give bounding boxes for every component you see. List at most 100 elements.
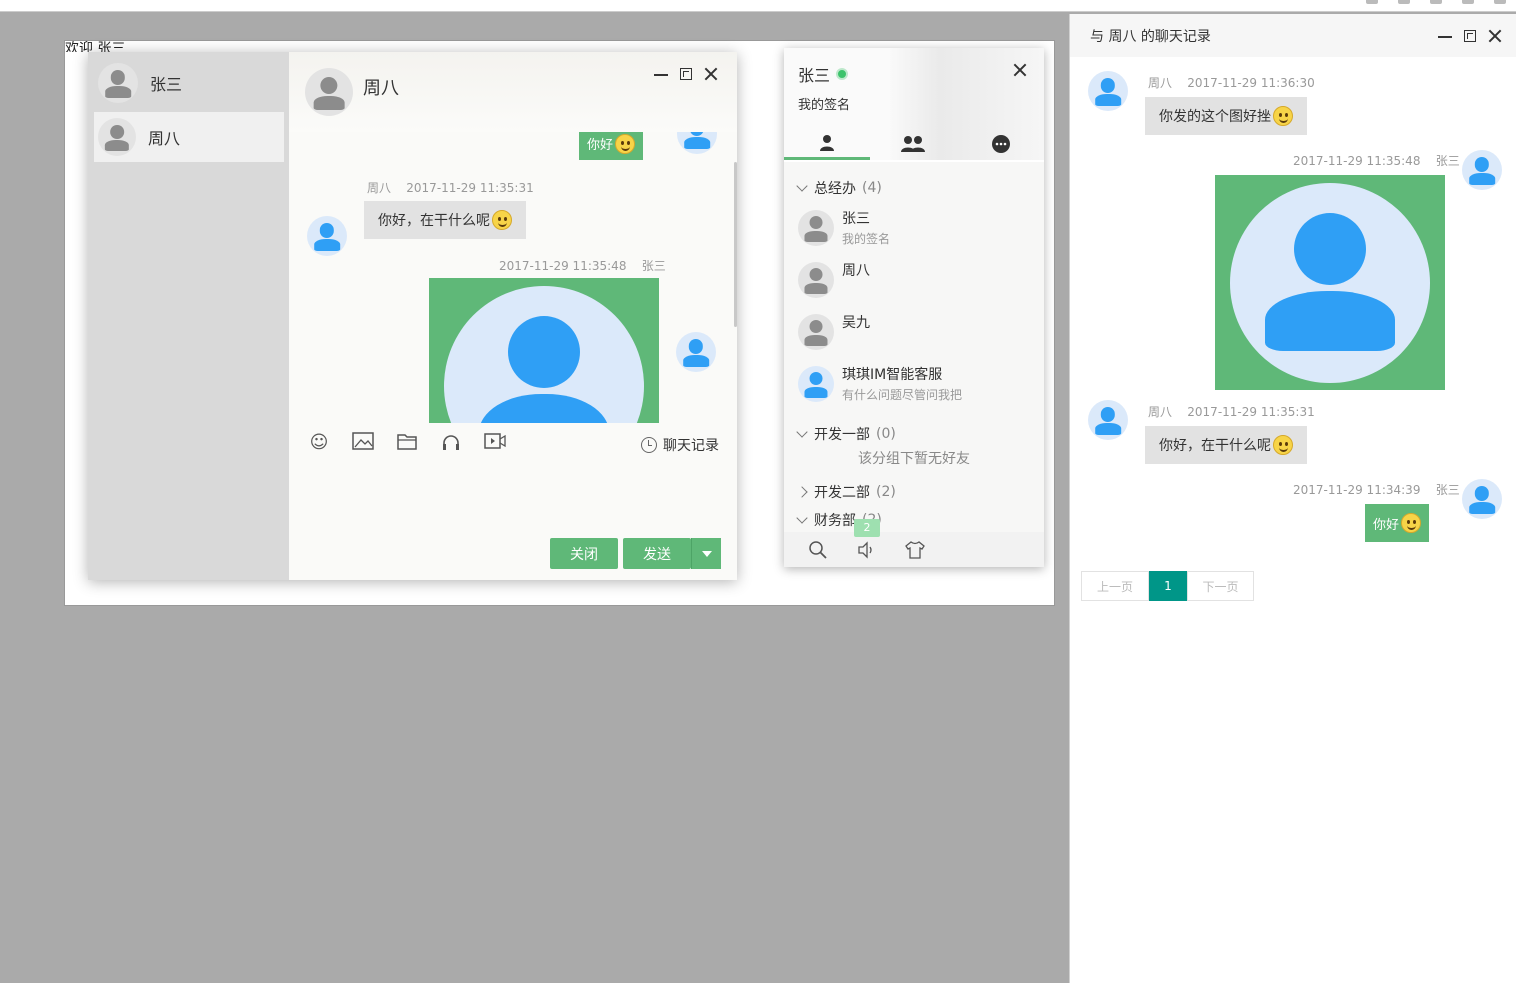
chat-peer-avatar [305, 68, 353, 116]
clock-icon [641, 437, 657, 453]
window-controls [654, 67, 718, 81]
send-button[interactable]: 发送 [623, 538, 691, 569]
group-label: 总经办 [814, 181, 856, 197]
avatar [798, 314, 834, 350]
image-avatar-graphic [1230, 183, 1430, 383]
window-controls [1438, 29, 1502, 43]
extension-icon[interactable] [1494, 0, 1506, 4]
chat-session-list: 张三 周八 [88, 52, 289, 580]
session-item-zhouba[interactable]: 周八 [94, 112, 284, 162]
chat-history-link[interactable]: 聊天记录 [641, 435, 719, 455]
friend-list: 总经办 (4) 张三 我的签名 周八 吴九 琪琪IM智能客服 有什么问题尽管问我把 … [784, 162, 1044, 532]
message-time: 2017-11-29 11:34:39 [1293, 483, 1421, 497]
message-bubble-other: 你发的这个图好挫 [1145, 97, 1307, 135]
friend-item[interactable]: 吴九 [798, 312, 870, 350]
message-meta: 周八 2017-11-29 11:35:31 [367, 179, 534, 196]
chat-window: 张三 周八 周八 你好 周八 2017-11-29 11:35:31 你好，在干… [88, 52, 737, 580]
message-author: 张三 [1435, 154, 1460, 168]
skin-icon[interactable] [904, 540, 925, 560]
extension-icon[interactable] [1366, 0, 1378, 4]
empty-group-note: 该分组下暂无好友 [858, 451, 970, 467]
chat-history-panel: 与 周八 的聊天记录 周八 2017-11-29 11:36:30 你发的这个图… [1069, 14, 1516, 983]
pagination: 上一页 1 下一页 [1081, 571, 1254, 601]
close-icon[interactable] [1488, 29, 1502, 43]
prev-page-button[interactable]: 上一页 [1081, 571, 1149, 601]
message-text: 你好 [1373, 517, 1400, 533]
tab-chat-history[interactable] [958, 128, 1044, 160]
search-icon[interactable] [808, 540, 828, 560]
group-header-zongjingban[interactable]: 总经办 (4) [796, 178, 882, 198]
online-status-icon[interactable] [836, 68, 849, 80]
history-panel-header: 与 周八 的聊天记录 [1070, 14, 1516, 57]
message-bubble-mine: 你好 [579, 132, 644, 160]
maximize-icon[interactable] [1464, 30, 1476, 42]
current-user-signature[interactable]: 我的签名 [798, 94, 850, 113]
chat-history-label: 聊天记录 [663, 438, 719, 454]
close-icon[interactable] [704, 67, 718, 81]
tab-friends[interactable] [784, 128, 870, 160]
headphones-icon[interactable] [440, 432, 462, 454]
avatar [1462, 479, 1502, 519]
thinking-emoji-icon [1273, 106, 1293, 126]
avatar [676, 332, 716, 372]
friend-item[interactable]: 琪琪IM智能客服 有什么问题尽管问我把 [798, 364, 962, 403]
smile-emoji-icon [615, 133, 636, 154]
message-time: 2017-11-29 11:35:31 [1187, 405, 1315, 419]
tab-groups[interactable] [870, 128, 956, 160]
friend-panel-footer: 2 [784, 519, 1044, 567]
browser-top-bar [0, 0, 1516, 12]
close-icon[interactable] [1013, 63, 1027, 77]
message-author: 周八 [1148, 76, 1173, 90]
surprised-emoji-icon [492, 210, 512, 230]
message-text: 你好，在干什么呢 [378, 213, 490, 229]
message-text: 你好，在干什么呢 [1159, 438, 1271, 454]
session-item-zhangsan[interactable]: 张三 [94, 58, 284, 108]
image-message[interactable] [1215, 175, 1445, 390]
chevron-down-icon [796, 426, 808, 438]
group-count: (2) [876, 484, 896, 500]
chevron-right-icon [796, 486, 808, 498]
maximize-icon[interactable] [680, 68, 692, 80]
extension-icon[interactable] [1430, 0, 1442, 4]
friend-panel: 张三 我的签名 总经办 (4) 张三 我的签名 周八 吴九 琪琪IM智能客服 有… [784, 48, 1044, 567]
browser-extension-icons [1366, 0, 1506, 4]
extension-icon[interactable] [1462, 0, 1474, 4]
message-author: 周八 [367, 181, 392, 195]
group-count: (0) [876, 426, 896, 442]
video-icon[interactable] [484, 432, 506, 454]
page-number-current[interactable]: 1 [1149, 571, 1187, 601]
image-icon[interactable] [352, 432, 374, 454]
group-header-kaifa-erbu[interactable]: 开发二部 (2) [796, 482, 896, 502]
friend-item[interactable]: 周八 [798, 260, 870, 298]
message-meta: 2017-11-29 11:35:48 张三 [499, 257, 666, 274]
friend-item[interactable]: 张三 我的签名 [798, 208, 890, 247]
session-name: 张三 [150, 75, 183, 94]
avatar [1462, 150, 1502, 190]
next-page-button[interactable]: 下一页 [1187, 571, 1254, 601]
message-bubble-other: 你好，在干什么呢 [1145, 426, 1307, 464]
image-message[interactable] [429, 278, 659, 423]
history-panel-title: 与 周八 的聊天记录 [1090, 29, 1211, 45]
speaker-icon[interactable] [856, 540, 876, 560]
message-bubble-other: 你好，在干什么呢 [364, 201, 526, 239]
friend-name: 吴九 [842, 315, 870, 331]
group-icon [901, 136, 925, 152]
extension-icon[interactable] [1398, 0, 1410, 4]
message-time: 2017-11-29 11:35:31 [406, 181, 534, 195]
folder-icon[interactable] [396, 432, 418, 454]
emoji-icon[interactable]: ☺ [308, 432, 330, 454]
current-user-name: 张三 [798, 66, 831, 85]
chat-header: 周八 [289, 52, 737, 132]
close-chat-button[interactable]: 关闭 [550, 538, 618, 569]
minimize-icon[interactable] [1438, 29, 1452, 43]
avatar [798, 210, 834, 246]
chat-bubble-icon [992, 135, 1010, 153]
person-icon [820, 134, 834, 151]
group-header-kaifa-yibu[interactable]: 开发一部 (0) [796, 424, 896, 444]
minimize-icon[interactable] [654, 67, 668, 81]
send-options-dropdown[interactable] [691, 538, 721, 569]
chevron-down-icon [796, 512, 808, 524]
current-user: 张三 [798, 62, 849, 86]
message-author: 张三 [1435, 483, 1460, 497]
message-scrollbar[interactable] [734, 162, 737, 327]
